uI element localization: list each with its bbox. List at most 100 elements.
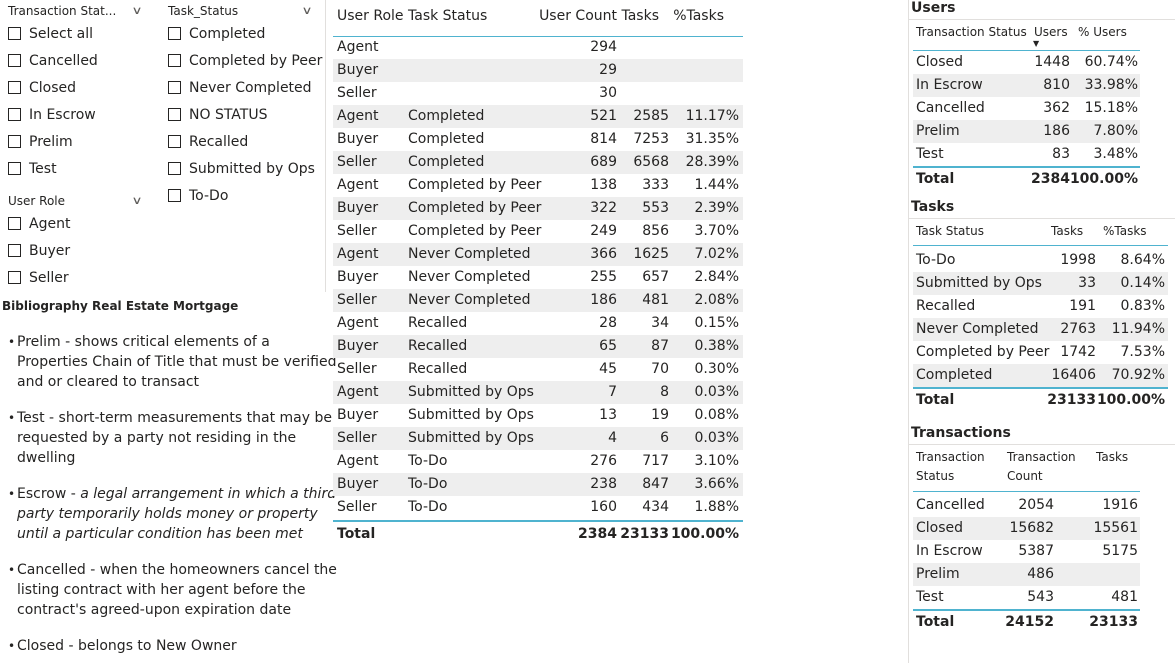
- column-header-tasks[interactable]: Tasks: [1051, 222, 1083, 241]
- column-header-task-status[interactable]: Task Status: [916, 222, 984, 241]
- column-header-transaction-count[interactable]: Transaction Count: [1007, 448, 1076, 486]
- cell-task-status: Completed: [916, 367, 993, 383]
- checkbox[interactable]: [8, 244, 21, 257]
- checkbox-item[interactable]: NO STATUS: [168, 104, 267, 126]
- checkbox-item[interactable]: Prelim: [8, 131, 73, 153]
- chevron-down-icon[interactable]: ∨: [131, 4, 142, 17]
- column-header-tasks[interactable]: Tasks: [1096, 448, 1128, 467]
- checkbox-label: Agent: [29, 216, 71, 232]
- checkbox[interactable]: [168, 108, 181, 121]
- cell-task-status: Submitted by Ops: [408, 384, 534, 400]
- total-user-count: 2384: [578, 526, 617, 542]
- checkbox[interactable]: [8, 217, 21, 230]
- users-table-title: Users: [911, 0, 956, 16]
- checkbox-item[interactable]: Completed by Peer: [168, 50, 322, 72]
- bibliography-item-prelim: • Prelim - shows critical elements of a …: [8, 332, 337, 392]
- cell-task-status: Completed: [408, 154, 485, 170]
- checkbox-item[interactable]: Seller: [8, 267, 69, 289]
- bibliography-item-text: Closed - belongs to New Owner: [17, 638, 237, 654]
- checkbox[interactable]: [8, 54, 21, 67]
- checkbox[interactable]: [168, 162, 181, 175]
- column-header-transaction-status[interactable]: Transaction Status: [916, 448, 985, 486]
- table-row: Buyer 29: [333, 59, 743, 82]
- checkbox-item[interactable]: Test: [8, 158, 57, 180]
- chevron-down-icon[interactable]: ∨: [131, 194, 142, 207]
- cell-user-role: Seller: [337, 292, 377, 308]
- checkbox[interactable]: [168, 54, 181, 67]
- checkbox-label: Submitted by Ops: [189, 161, 315, 177]
- checkbox-item[interactable]: Cancelled: [8, 50, 98, 72]
- cell-transaction-status: Prelim: [916, 123, 960, 139]
- checkbox-item[interactable]: Never Completed: [168, 77, 312, 99]
- panel-title-underline: [908, 218, 1175, 219]
- checkbox[interactable]: [8, 81, 21, 94]
- checkbox[interactable]: [8, 108, 21, 121]
- cell-tasks: 1916: [1102, 497, 1138, 513]
- transactions-table-title: Transactions: [911, 425, 1011, 441]
- table-row: Seller 30: [333, 82, 743, 105]
- cell-tasks: 1742: [1060, 344, 1096, 360]
- cell-task-status: Never Completed: [408, 246, 531, 262]
- checkbox-item[interactable]: Buyer: [8, 240, 70, 262]
- checkbox[interactable]: [8, 162, 21, 175]
- column-header-user-role[interactable]: User Role: [337, 8, 404, 24]
- bibliography-item-text: Cancelled - when the homeowners cancel t…: [17, 562, 337, 618]
- checkbox-item[interactable]: Select all: [8, 23, 93, 45]
- table-row: Submitted by Ops 33 0.14%: [913, 272, 1168, 295]
- chevron-down-icon[interactable]: ∨: [301, 4, 312, 17]
- cell-task-status: Completed by Peer: [916, 344, 1050, 360]
- cell-tasks: 553: [642, 200, 669, 216]
- checkbox-label: Prelim: [29, 134, 73, 150]
- column-header-tasks[interactable]: Tasks: [621, 8, 659, 24]
- checkbox-item[interactable]: Recalled: [168, 131, 248, 153]
- column-header-transaction-status[interactable]: Transaction Status: [916, 23, 1027, 42]
- column-header-pct-users[interactable]: % Users: [1078, 23, 1127, 42]
- cell-task-status: Completed by Peer: [408, 200, 542, 216]
- cell-tasks: 34: [651, 315, 669, 331]
- checkbox[interactable]: [168, 81, 181, 94]
- checkbox[interactable]: [168, 135, 181, 148]
- column-header-user-count[interactable]: User Count: [539, 8, 617, 24]
- checkbox-item[interactable]: Agent: [8, 213, 70, 235]
- table-row: Seller Submitted by Ops 4 6 0.03%: [333, 427, 743, 450]
- transaction-status-slicer-title: Transaction Stat...: [8, 4, 117, 18]
- cell-pct-tasks: 2.39%: [694, 200, 739, 216]
- cell-pct-tasks: 31.35%: [685, 131, 739, 147]
- cell-user-count: 13: [599, 407, 617, 423]
- checkbox[interactable]: [168, 27, 181, 40]
- cell-pct-tasks: 8.64%: [1120, 252, 1165, 268]
- task-status-slicer-title: Task_Status: [168, 4, 239, 18]
- cell-pct-tasks: 28.39%: [685, 154, 739, 170]
- checkbox-item[interactable]: Closed: [8, 77, 76, 99]
- sort-descending-icon[interactable]: ▼: [1033, 39, 1039, 48]
- cell-tasks: 87: [651, 338, 669, 354]
- column-header-task-status[interactable]: Task Status: [408, 8, 487, 24]
- table-row: Closed 1448 60.74%: [913, 51, 1140, 74]
- table-row: Agent To-Do 276 717 3.10%: [333, 450, 743, 473]
- checkbox-item[interactable]: To-Do: [168, 185, 228, 207]
- checkbox[interactable]: [8, 27, 21, 40]
- cell-pct-tasks: 0.03%: [694, 384, 739, 400]
- table-row: Buyer Completed 814 7253 31.35%: [333, 128, 743, 151]
- checkbox[interactable]: [8, 271, 21, 284]
- panel-title-underline: [908, 444, 1175, 445]
- checkbox-item[interactable]: Submitted by Ops: [168, 158, 315, 180]
- main-table-header: User Role Task Status User Count Tasks %…: [333, 0, 743, 37]
- bibliography-item-prefix: Escrow -: [17, 486, 81, 502]
- checkbox[interactable]: [168, 189, 181, 202]
- cell-user-role: Seller: [337, 361, 377, 377]
- cell-tasks: 70: [651, 361, 669, 377]
- checkbox-item[interactable]: In Escrow: [8, 104, 96, 126]
- checkbox-label: Test: [29, 161, 57, 177]
- checkbox-item[interactable]: Completed: [168, 23, 265, 45]
- column-header-pct-tasks[interactable]: %Tasks: [1103, 222, 1147, 241]
- checkbox-label: Completed: [189, 26, 266, 42]
- cell-pct-tasks: 11.94%: [1111, 321, 1165, 337]
- cell-tasks: 2763: [1060, 321, 1096, 337]
- total-label: Total: [916, 392, 955, 408]
- checkbox-label: Recalled: [189, 134, 249, 150]
- checkbox[interactable]: [8, 135, 21, 148]
- column-header-pct-tasks[interactable]: %Tasks: [673, 8, 724, 24]
- cell-task-status: Recalled: [916, 298, 976, 314]
- checkbox-label: Never Completed: [189, 80, 312, 96]
